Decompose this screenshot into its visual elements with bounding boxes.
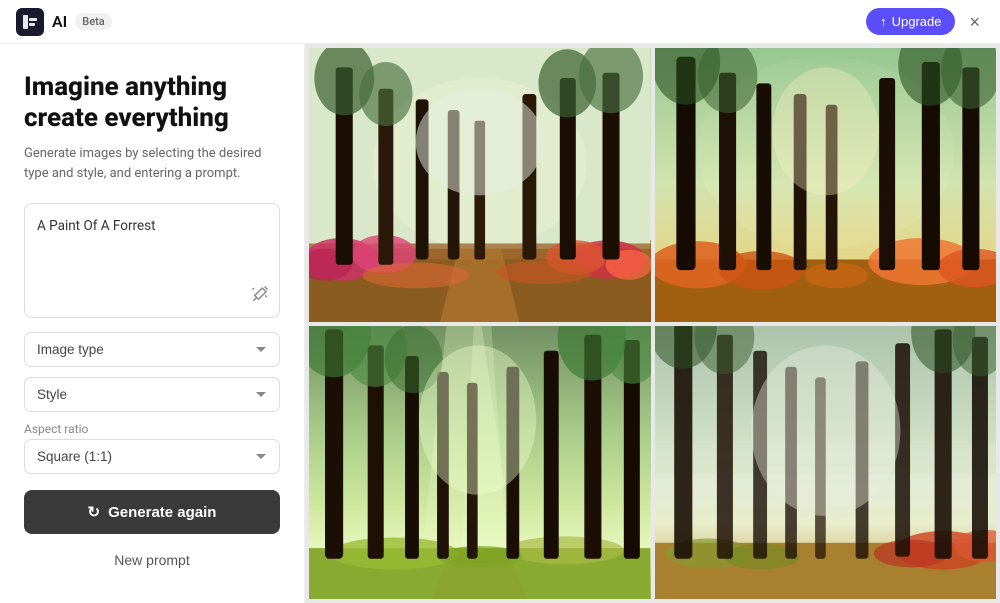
logo-text: AI [52,12,67,31]
upgrade-icon: ↑ [880,14,887,29]
wand-icon [251,285,269,307]
new-prompt-button[interactable]: New prompt [24,546,280,574]
generate-button[interactable]: ↻ Generate again [24,490,280,534]
style-select[interactable]: Style Realistic Artistic Abstract [24,377,280,412]
aspect-ratio-select[interactable]: Square (1:1) Landscape (16:9) Portrait (… [24,439,280,474]
image-4 [655,326,997,600]
prompt-container [24,203,280,318]
upgrade-button[interactable]: ↑ Upgrade [866,8,955,35]
image-3 [309,326,651,600]
image-grid [305,44,1000,603]
topbar-right: ↑ Upgrade × [866,8,984,35]
aspect-ratio-wrapper: Aspect ratio Square (1:1) Landscape (16:… [24,422,280,474]
image-1 [309,48,651,322]
logo-icon [16,8,44,36]
close-button[interactable]: × [965,9,984,35]
image-type-select[interactable]: Image type Photo Illustration Vector [24,332,280,367]
topbar: AI Beta ↑ Upgrade × [0,0,1000,44]
generate-label: Generate again [108,504,216,521]
left-panel: Imagine anything create everything Gener… [0,44,305,603]
main-content: Imagine anything create everything Gener… [0,44,1000,603]
prompt-input[interactable] [37,216,267,277]
beta-badge: Beta [75,13,111,30]
topbar-left: AI Beta [16,8,112,36]
style-wrapper: Style Realistic Artistic Abstract [24,377,280,412]
image-type-wrapper: Image type Photo Illustration Vector [24,332,280,367]
subtitle: Generate images by selecting the desired… [24,144,280,183]
main-title: Imagine anything create everything [24,72,280,134]
refresh-icon: ↻ [88,503,101,521]
aspect-ratio-label: Aspect ratio [24,422,280,436]
image-2 [655,48,997,322]
